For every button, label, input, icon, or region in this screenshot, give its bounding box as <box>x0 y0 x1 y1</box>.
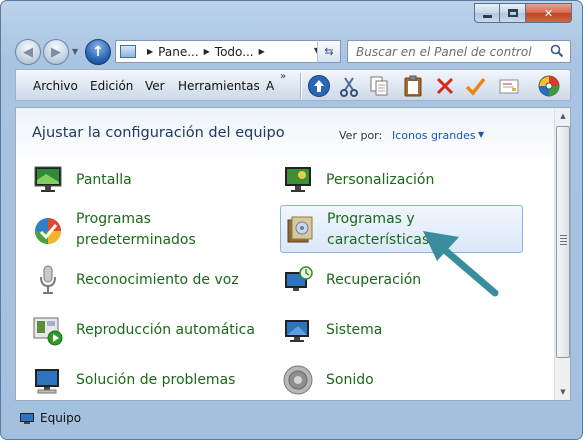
troubleshoot-icon <box>35 369 59 394</box>
item-solucion-problemas[interactable]: Solución de problemas <box>32 364 272 400</box>
item-recuperacion-label: Recuperación <box>326 272 422 288</box>
apply-button[interactable] <box>462 73 488 99</box>
scroll-up-button[interactable]: ▲ <box>555 108 570 124</box>
maximize-icon <box>507 9 518 17</box>
chevron-down-icon: ▼ <box>72 47 79 56</box>
item-reconocimiento-voz[interactable]: Reconocimiento de voz <box>32 264 272 314</box>
personalization-icon <box>285 167 311 192</box>
check-icon <box>465 77 486 96</box>
system-icon <box>285 320 309 342</box>
refresh-icon: ⇆ <box>324 45 334 58</box>
item-sistema[interactable]: Sistema <box>282 314 522 364</box>
color-wheel-icon <box>538 75 560 97</box>
cut-icon <box>340 77 358 97</box>
menu-ver[interactable]: Ver <box>145 79 165 93</box>
item-reconocimiento-voz-label: Reconocimiento de voz <box>76 272 239 288</box>
color-wheel-button[interactable] <box>536 73 562 99</box>
monitor-icon <box>34 166 62 192</box>
close-button[interactable]: ✕ <box>526 3 572 23</box>
menu-overflow-icon[interactable]: » <box>280 71 286 82</box>
minimize-icon <box>482 14 492 18</box>
copy-icon <box>370 76 388 96</box>
microphone-icon <box>40 265 56 294</box>
delete-button[interactable] <box>432 73 458 99</box>
delete-icon <box>436 77 454 95</box>
item-reproduccion-automatica-label: Reproducción automática <box>76 322 255 338</box>
up-arrow-icon: ↑ <box>92 44 104 60</box>
search-placeholder: Buscar en el Panel de control <box>356 44 532 59</box>
breadcrumb-separator-icon[interactable]: ▶ <box>259 47 265 56</box>
scroll-up-icon: ▲ <box>560 112 566 120</box>
menu-archivo[interactable]: Archivo <box>33 79 78 93</box>
content-header: Ajustar la configuración del equipo Ver … <box>16 108 556 164</box>
toolbar-up-button[interactable] <box>306 73 332 99</box>
computer-icon <box>20 412 34 424</box>
item-sonido[interactable]: Sonido <box>282 364 522 400</box>
view-by-label: Ver por: <box>339 129 383 142</box>
page-title: Ajustar la configuración del equipo <box>32 125 285 141</box>
item-programas-predeterminados[interactable]: Programas predeterminados <box>32 209 272 259</box>
autoplay-icon <box>33 317 63 346</box>
item-solucion-problemas-label: Solución de problemas <box>76 372 236 388</box>
item-pantalla-label: Pantalla <box>76 172 132 188</box>
item-personalizacion-label: Personalización <box>326 172 435 188</box>
menu-toolbar: Archivo Edición Ver Herramientas A » <box>15 69 571 101</box>
menu-ayuda-truncated[interactable]: A <box>266 79 274 93</box>
up-button[interactable]: ↑ <box>85 39 111 65</box>
breadcrumb-separator-icon[interactable]: ▶ <box>204 47 210 56</box>
back-button[interactable]: ◀ <box>15 39 41 65</box>
breadcrumb-separator-icon[interactable]: ▶ <box>147 47 153 56</box>
menu-herramientas[interactable]: Herramientas <box>178 79 260 93</box>
maximize-button[interactable] <box>500 3 526 23</box>
search-icon[interactable] <box>550 44 564 58</box>
properties-button[interactable] <box>496 73 522 99</box>
caption-buttons: ✕ <box>474 3 572 23</box>
back-arrow-icon: ◀ <box>23 44 33 60</box>
toolbar-divider <box>300 73 301 99</box>
address-bar[interactable]: ▶ Pane... ▶ Todo... ▶ ▼ <box>115 40 341 63</box>
menu-edicion[interactable]: Edición <box>90 79 133 93</box>
scroll-grip-icon <box>560 235 567 236</box>
control-panel-icon <box>120 45 136 58</box>
paste-button[interactable] <box>400 73 426 99</box>
cut-button[interactable] <box>336 73 362 99</box>
refresh-button[interactable]: ⇆ <box>317 40 341 63</box>
breadcrumb-all-items[interactable]: Todo... <box>215 45 254 59</box>
item-reproduccion-automatica[interactable]: Reproducción automática <box>32 314 272 364</box>
item-sistema-label: Sistema <box>326 322 383 338</box>
explorer-window: ✕ ◀ ▶ ▼ ↑ ▶ Pane... ▶ Todo... ▶ ▼ ⇆ Busc… <box>0 0 583 440</box>
status-text: Equipo <box>40 411 82 425</box>
chevron-down-icon[interactable]: ▼ <box>478 130 484 139</box>
properties-icon <box>499 79 519 94</box>
item-sonido-label: Sonido <box>326 372 374 388</box>
item-programas-predeterminados-label: Programas predeterminados <box>76 209 196 251</box>
view-by-dropdown[interactable]: Iconos grandes <box>392 129 476 142</box>
item-programas-predeterminados-text: Programas predeterminados <box>76 211 196 248</box>
scroll-thumb[interactable] <box>556 126 570 358</box>
speaker-icon <box>283 365 313 395</box>
close-icon: ✕ <box>543 6 554 20</box>
vertical-scrollbar[interactable]: ▲ ▼ <box>554 108 570 400</box>
forward-button[interactable]: ▶ <box>43 39 69 65</box>
default-programs-icon <box>35 218 61 244</box>
scroll-down-button[interactable]: ▼ <box>555 384 570 400</box>
copy-button[interactable] <box>366 73 392 99</box>
scroll-down-icon: ▼ <box>560 388 566 396</box>
status-bar: Equipo <box>15 407 571 429</box>
recovery-icon <box>285 266 313 291</box>
breadcrumb-control-panel[interactable]: Pane... <box>158 45 198 59</box>
up-arrow-icon <box>308 75 330 97</box>
paste-icon <box>404 75 422 97</box>
item-pantalla[interactable]: Pantalla <box>32 164 272 214</box>
recent-pages-dropdown[interactable]: ▼ <box>72 47 78 56</box>
programs-features-icon <box>287 216 313 243</box>
annotation-arrow-icon <box>423 231 499 297</box>
forward-arrow-icon: ▶ <box>51 44 61 60</box>
minimize-button[interactable] <box>474 3 500 23</box>
navigation-bar: ◀ ▶ ▼ ↑ ▶ Pane... ▶ Todo... ▶ ▼ ⇆ Buscar… <box>1 37 582 65</box>
search-input[interactable]: Buscar en el Panel de control <box>347 40 571 63</box>
